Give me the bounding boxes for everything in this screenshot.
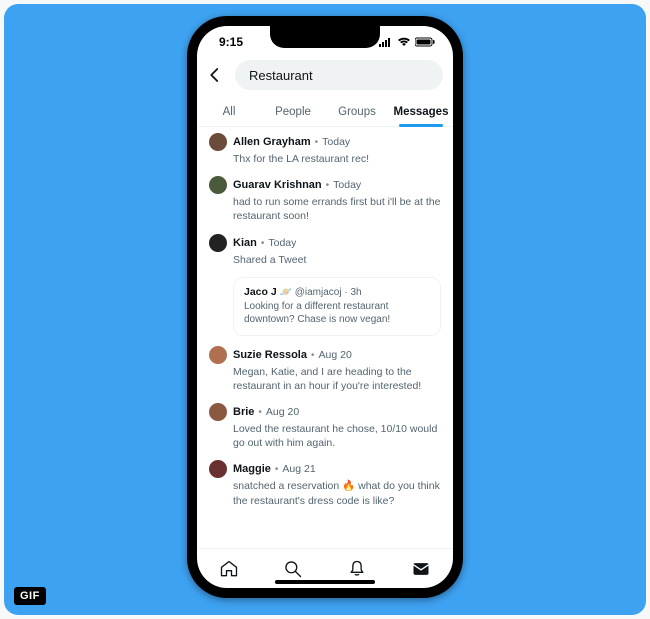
gif-badge: GIF bbox=[14, 587, 46, 605]
message-body: snatched a reservation 🔥 what do you thi… bbox=[233, 479, 441, 507]
avatar bbox=[209, 176, 227, 194]
phone-notch bbox=[270, 26, 380, 48]
message-item[interactable]: Kian • Today Shared a Tweet bbox=[209, 234, 441, 267]
message-date: Aug 20 bbox=[266, 406, 299, 418]
search-query-text: Restaurant bbox=[249, 68, 313, 83]
separator-dot: • bbox=[261, 238, 265, 249]
nav-search[interactable] bbox=[282, 558, 304, 580]
home-icon bbox=[219, 559, 239, 579]
message-item[interactable]: Suzie Ressola • Aug 20 Megan, Katie, and… bbox=[209, 346, 441, 393]
messages-list[interactable]: Allen Grayham • Today Thx for the LA res… bbox=[197, 127, 453, 548]
separator-dot: • bbox=[258, 407, 262, 418]
phone-screen: 9:15 Restaurant bbox=[197, 26, 453, 588]
message-item[interactable]: Maggie • Aug 21 snatched a reservation 🔥… bbox=[209, 460, 441, 507]
quoted-emoji: 🪐 bbox=[279, 287, 291, 298]
sender-name: Kian bbox=[233, 237, 257, 249]
signal-icon bbox=[379, 37, 393, 47]
media-container: 9:15 Restaurant bbox=[0, 0, 650, 619]
search-icon bbox=[283, 559, 303, 579]
search-input[interactable]: Restaurant bbox=[235, 60, 443, 90]
quoted-name: Jaco J bbox=[244, 286, 277, 298]
nav-messages[interactable] bbox=[410, 558, 432, 580]
quoted-body: Looking for a different restaurant downt… bbox=[244, 300, 430, 327]
message-date: Aug 20 bbox=[319, 349, 352, 361]
home-indicator bbox=[275, 580, 375, 584]
avatar bbox=[209, 460, 227, 478]
quoted-time: 3h bbox=[350, 287, 361, 298]
nav-home[interactable] bbox=[218, 558, 240, 580]
message-date: Today bbox=[322, 136, 350, 148]
battery-icon bbox=[415, 37, 435, 47]
back-button[interactable] bbox=[203, 63, 227, 87]
bell-icon bbox=[347, 559, 367, 579]
quoted-header: Jaco J 🪐 @iamjacoj · 3h bbox=[244, 286, 430, 298]
separator-dot: • bbox=[275, 464, 279, 475]
message-body: had to run some errands first but i'll b… bbox=[233, 195, 441, 223]
message-item[interactable]: Guarav Krishnan • Today had to run some … bbox=[209, 176, 441, 223]
tab-label: Groups bbox=[338, 106, 376, 118]
sender-name: Brie bbox=[233, 406, 254, 418]
message-date: Aug 21 bbox=[282, 463, 315, 475]
tab-groups[interactable]: Groups bbox=[325, 98, 389, 126]
separator-dot: • bbox=[315, 137, 319, 148]
separator-dot: • bbox=[326, 180, 330, 191]
tab-all[interactable]: All bbox=[197, 98, 261, 126]
separator-dot: • bbox=[311, 350, 315, 361]
tab-label: People bbox=[275, 106, 311, 118]
message-item[interactable]: Brie • Aug 20 Loved the restaurant he ch… bbox=[209, 403, 441, 450]
status-time: 9:15 bbox=[219, 35, 243, 49]
quoted-tweet[interactable]: Jaco J 🪐 @iamjacoj · 3h Looking for a di… bbox=[233, 277, 441, 336]
avatar bbox=[209, 346, 227, 364]
tab-label: All bbox=[223, 106, 236, 118]
sender-name: Allen Grayham bbox=[233, 136, 311, 148]
status-indicators bbox=[379, 37, 435, 47]
phone-frame: 9:15 Restaurant bbox=[187, 16, 463, 598]
tabs-bar: All People Groups Messages bbox=[197, 98, 453, 127]
sender-name: Suzie Ressola bbox=[233, 349, 307, 361]
envelope-icon bbox=[411, 559, 431, 579]
message-body: Megan, Katie, and I are heading to the r… bbox=[233, 365, 441, 393]
poster-background: 9:15 Restaurant bbox=[4, 4, 646, 615]
sender-name: Guarav Krishnan bbox=[233, 179, 322, 191]
message-date: Today bbox=[333, 179, 361, 191]
message-item[interactable]: Allen Grayham • Today Thx for the LA res… bbox=[209, 133, 441, 166]
quoted-handle: @iamjacoj bbox=[295, 287, 342, 298]
avatar bbox=[209, 234, 227, 252]
avatar bbox=[209, 133, 227, 151]
sender-name: Maggie bbox=[233, 463, 271, 475]
avatar bbox=[209, 403, 227, 421]
chevron-left-icon bbox=[206, 66, 224, 84]
tab-label: Messages bbox=[394, 106, 449, 118]
search-row: Restaurant bbox=[197, 56, 453, 98]
tab-people[interactable]: People bbox=[261, 98, 325, 126]
message-body: Loved the restaurant he chose, 10/10 wou… bbox=[233, 422, 441, 450]
wifi-icon bbox=[397, 37, 411, 47]
message-body: Shared a Tweet bbox=[233, 253, 441, 267]
message-date: Today bbox=[268, 237, 296, 249]
tab-messages[interactable]: Messages bbox=[389, 98, 453, 126]
nav-notifications[interactable] bbox=[346, 558, 368, 580]
message-body: Thx for the LA restaurant rec! bbox=[233, 152, 441, 166]
